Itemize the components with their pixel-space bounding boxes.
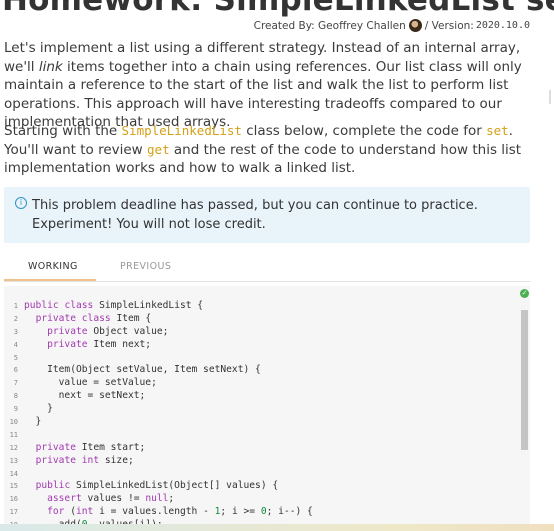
code-line[interactable]: 7 value = setValue; <box>4 377 313 390</box>
deadline-alert: i This problem deadline has passed, but … <box>4 187 530 243</box>
line-number: 1 <box>13 302 18 310</box>
line-number: 6 <box>13 366 18 375</box>
code-text: private int size; <box>35 454 134 466</box>
intro-emphasis: link <box>38 58 63 75</box>
code-line[interactable]: 9 } <box>4 403 313 416</box>
info-icon: i <box>15 197 27 209</box>
created-by-label: Created By: Geoffrey Challen <box>253 19 406 32</box>
code-text: private Item next; <box>47 338 152 350</box>
code-text: assert values != null; <box>47 493 175 505</box>
code-text: private Object value; <box>47 325 169 337</box>
code-line[interactable]: 2 private class Item { <box>4 313 313 326</box>
version-label: / Version: <box>424 19 474 32</box>
intro-text: class below, complete the code for <box>241 123 487 139</box>
line-number: 15 <box>9 482 18 491</box>
code-text: next = setNext; <box>24 390 146 402</box>
code-text: } <box>24 403 53 415</box>
author-meta: Created By: Geoffrey Challen / Version: … <box>254 19 530 32</box>
intro-paragraph-2: Starting with the SimpleLinkedList class… <box>4 122 532 178</box>
bottom-strip <box>0 524 554 531</box>
code-line[interactable]: 12 private Item start; <box>4 442 313 455</box>
version-value: 2020.10.0 <box>475 20 530 31</box>
intro-text: Starting with the <box>4 123 122 139</box>
line-number: 17 <box>9 508 18 517</box>
editor-scrollbar[interactable] <box>521 310 528 450</box>
code-text: Item(Object setValue, Item setNext) { <box>24 364 261 376</box>
code-line[interactable]: 1 public class SimpleLinkedList { <box>4 300 313 313</box>
inline-code-set: set <box>486 123 509 138</box>
code-line[interactable]: 13 private int size; <box>4 455 313 468</box>
intro-paragraph-1: Let's implement a list using a different… <box>4 39 532 132</box>
code-text: private Item start; <box>35 441 146 453</box>
line-number: 9 <box>13 405 18 414</box>
code-text: private class Item { <box>35 312 152 324</box>
line-number: 3 <box>13 327 18 336</box>
page-title: Homework: SimpleLinkedList set <box>2 0 554 18</box>
code-text: public class SimpleLinkedList { <box>24 300 204 311</box>
active-tab-indicator <box>4 279 96 281</box>
line-number: 7 <box>13 379 18 388</box>
code-line[interactable]: 14 <box>4 468 313 481</box>
line-number: 2 <box>13 314 18 323</box>
code-text: value = setValue; <box>24 377 157 389</box>
code-line[interactable]: 17 for (int i = values.length - 1; i >= … <box>4 506 313 519</box>
code-text: } <box>24 416 42 428</box>
alert-message: This problem deadline has passed, but yo… <box>32 198 478 232</box>
check-circle-icon: ✓ <box>520 289 529 298</box>
code-lines[interactable]: 1 public class SimpleLinkedList { 2 privat… <box>4 300 313 531</box>
code-line[interactable]: 8 next = setNext; <box>4 390 313 403</box>
code-text: public SimpleLinkedList(Object[] values)… <box>35 480 279 492</box>
line-number: 5 <box>13 353 18 362</box>
inline-code-get: get <box>147 141 170 157</box>
code-line[interactable]: 5 <box>4 352 313 365</box>
code-line[interactable]: 11 <box>4 429 313 442</box>
line-number: 4 <box>13 340 18 349</box>
code-line[interactable]: 6 Item(Object setValue, Item setNext) { <box>4 364 313 377</box>
tab-previous[interactable]: PREVIOUS <box>120 261 171 272</box>
code-text: for (int i = values.length - 1; i >= 0; … <box>47 506 313 518</box>
tab-working[interactable]: WORKING <box>28 261 78 272</box>
code-line[interactable]: 15 public SimpleLinkedList(Object[] valu… <box>4 480 313 493</box>
line-number: 11 <box>9 430 18 439</box>
line-number: 10 <box>9 418 18 427</box>
inline-code-class: SimpleLinkedList <box>121 123 242 138</box>
line-number: 14 <box>9 469 18 478</box>
intro-text: items together into a chain using refere… <box>4 58 522 131</box>
code-line[interactable]: 3 private Object value; <box>4 326 313 339</box>
line-number: 16 <box>9 495 18 504</box>
code-line[interactable]: 4 private Item next; <box>4 339 313 352</box>
page-scroll-indicator[interactable] <box>549 90 551 104</box>
line-number: 12 <box>9 443 18 452</box>
editor-tabs: WORKING PREVIOUS <box>4 255 530 282</box>
code-editor[interactable]: 1 public class SimpleLinkedList { 2 privat… <box>4 286 530 531</box>
line-number: 13 <box>9 456 18 465</box>
code-line[interactable]: 16 assert values != null; <box>4 493 313 506</box>
avatar <box>408 19 422 32</box>
line-number: 8 <box>13 392 18 401</box>
code-line[interactable]: 10 } <box>4 416 313 429</box>
